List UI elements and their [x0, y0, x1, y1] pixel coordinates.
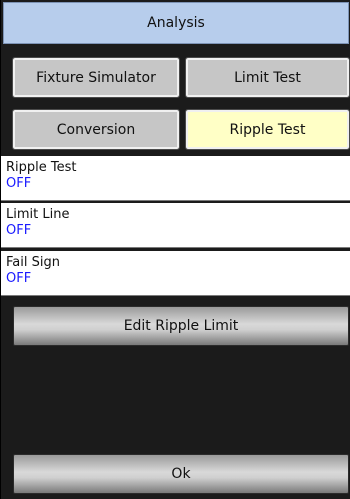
- ripple-test-label: Ripple Test: [6, 160, 77, 175]
- ripple-test-value: OFF: [6, 176, 32, 191]
- fail-sign-value: OFF: [6, 271, 32, 286]
- fail-sign-label: Fail Sign: [6, 255, 60, 270]
- fixture-simulator-button[interactable]: Fixture Simulator: [12, 57, 180, 98]
- ripple-test-button[interactable]: Ripple Test: [185, 109, 350, 150]
- analysis-panel: Analysis Fixture Simulator Limit Test Co…: [0, 0, 350, 499]
- panel-title: Analysis: [3, 2, 349, 44]
- limit-line-value: OFF: [6, 223, 32, 238]
- edit-ripple-limit-button[interactable]: Edit Ripple Limit: [13, 306, 349, 346]
- fail-sign-field[interactable]: Fail Sign OFF: [1, 251, 350, 296]
- ok-button[interactable]: Ok: [13, 454, 349, 494]
- conversion-button[interactable]: Conversion: [12, 109, 180, 150]
- limit-test-button[interactable]: Limit Test: [185, 57, 350, 98]
- limit-line-label: Limit Line: [6, 207, 70, 222]
- ripple-test-field[interactable]: Ripple Test OFF: [1, 156, 350, 201]
- limit-line-field[interactable]: Limit Line OFF: [1, 203, 350, 248]
